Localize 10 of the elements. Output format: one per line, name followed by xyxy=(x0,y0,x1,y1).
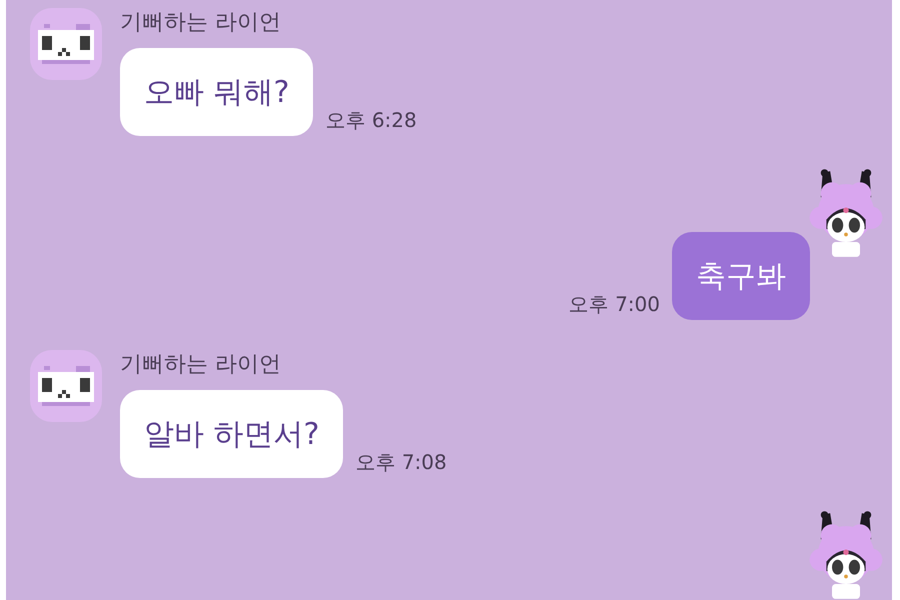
message-bubble: 오빠 뭐해? xyxy=(120,48,314,136)
pixel-face-avatar-icon[interactable] xyxy=(30,8,102,80)
sender-name: 기뻐하는 라이언 xyxy=(120,351,282,379)
message-bubble: 알바 하면서? xyxy=(120,390,344,478)
message-time: 오후 7:00 xyxy=(568,291,660,318)
message-time: 오후 6:28 xyxy=(325,107,417,134)
message-bubble: 축구봐 xyxy=(672,232,810,320)
sender-name: 기뻐하는 라이언 xyxy=(120,9,282,37)
pixel-face-avatar-icon[interactable] xyxy=(30,350,102,422)
message-time: 오후 7:08 xyxy=(355,449,447,476)
